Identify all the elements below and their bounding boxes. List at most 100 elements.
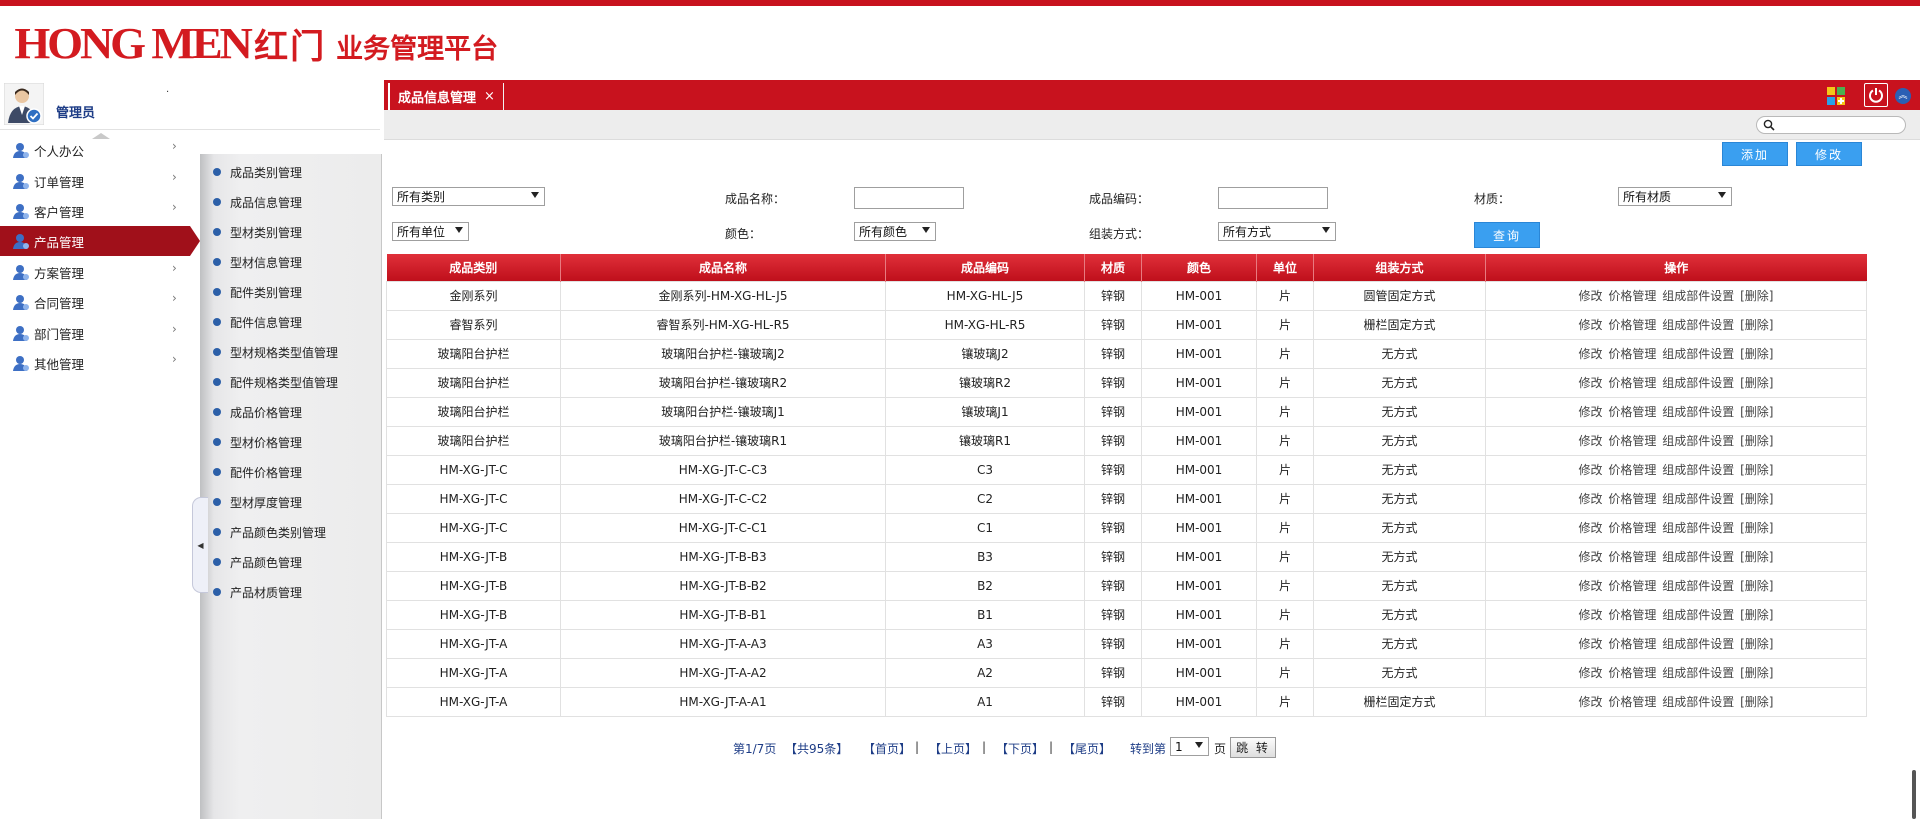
- delete-link[interactable]: [删除]: [1740, 550, 1773, 564]
- parts-link[interactable]: 组成部件设置: [1662, 376, 1734, 390]
- nav-item[interactable]: 个人办公 ›: [0, 135, 200, 165]
- assembly-select[interactable]: 所有方式: [1218, 222, 1336, 241]
- apps-grid-icon[interactable]: [1826, 86, 1846, 106]
- edit-link[interactable]: 修改: [1579, 666, 1603, 680]
- parts-link[interactable]: 组成部件设置: [1662, 434, 1734, 448]
- parts-link[interactable]: 组成部件设置: [1662, 637, 1734, 651]
- delete-link[interactable]: [删除]: [1740, 405, 1773, 419]
- edit-link[interactable]: 修改: [1579, 318, 1603, 332]
- delete-link[interactable]: [删除]: [1740, 579, 1773, 593]
- nav-item[interactable]: 产品管理: [0, 226, 200, 256]
- edit-link[interactable]: 修改: [1579, 608, 1603, 622]
- subnav-item[interactable]: 型材价格管理: [212, 430, 302, 454]
- color-select[interactable]: 所有颜色: [854, 222, 936, 241]
- nav-item[interactable]: 部门管理 ›: [0, 318, 200, 348]
- price-link[interactable]: 价格管理: [1608, 637, 1656, 651]
- subnav-item[interactable]: 产品颜色类别管理: [212, 520, 326, 544]
- parts-link[interactable]: 组成部件设置: [1662, 579, 1734, 593]
- price-link[interactable]: 价格管理: [1608, 376, 1656, 390]
- nav-item[interactable]: 合同管理 ›: [0, 287, 200, 317]
- edit-link[interactable]: 修改: [1579, 289, 1603, 303]
- price-link[interactable]: 价格管理: [1608, 492, 1656, 506]
- category-select[interactable]: 所有类别: [392, 187, 545, 206]
- material-select[interactable]: 所有材质: [1618, 187, 1732, 206]
- price-link[interactable]: 价格管理: [1608, 695, 1656, 709]
- edit-link[interactable]: 修改: [1579, 405, 1603, 419]
- delete-link[interactable]: [删除]: [1740, 695, 1773, 709]
- prev-page-link[interactable]: 【上页】: [929, 740, 977, 757]
- parts-link[interactable]: 组成部件设置: [1662, 318, 1734, 332]
- edit-link[interactable]: 修改: [1579, 637, 1603, 651]
- price-link[interactable]: 价格管理: [1608, 579, 1656, 593]
- sidebar-toggle-button[interactable]: ◀: [192, 497, 208, 593]
- page-scrollbar[interactable]: [1912, 770, 1916, 819]
- price-link[interactable]: 价格管理: [1608, 434, 1656, 448]
- delete-link[interactable]: [删除]: [1740, 608, 1773, 622]
- delete-link[interactable]: [删除]: [1740, 637, 1773, 651]
- delete-link[interactable]: [删除]: [1740, 376, 1773, 390]
- tab-close-icon[interactable]: ×: [484, 89, 495, 104]
- edit-link[interactable]: 修改: [1579, 492, 1603, 506]
- sidebar-collapse-arrow-icon[interactable]: [92, 133, 110, 139]
- collapse-header-icon[interactable]: ︽: [1895, 88, 1911, 104]
- delete-link[interactable]: [删除]: [1740, 666, 1773, 680]
- edit-link[interactable]: 修改: [1579, 376, 1603, 390]
- subnav-item[interactable]: 成品价格管理: [212, 400, 302, 424]
- price-link[interactable]: 价格管理: [1608, 463, 1656, 477]
- edit-link[interactable]: 修改: [1579, 579, 1603, 593]
- delete-link[interactable]: [删除]: [1740, 521, 1773, 535]
- parts-link[interactable]: 组成部件设置: [1662, 463, 1734, 477]
- parts-link[interactable]: 组成部件设置: [1662, 608, 1734, 622]
- next-page-link[interactable]: 【下页】: [996, 740, 1044, 757]
- name-input[interactable]: [854, 187, 964, 209]
- unit-select[interactable]: 所有单位: [392, 222, 469, 241]
- edit-button[interactable]: 修改: [1796, 142, 1862, 166]
- price-link[interactable]: 价格管理: [1608, 289, 1656, 303]
- parts-link[interactable]: 组成部件设置: [1662, 695, 1734, 709]
- subnav-item[interactable]: 配件类别管理: [212, 280, 302, 304]
- price-link[interactable]: 价格管理: [1608, 521, 1656, 535]
- power-logout-button[interactable]: [1864, 83, 1888, 107]
- parts-link[interactable]: 组成部件设置: [1662, 289, 1734, 303]
- edit-link[interactable]: 修改: [1579, 434, 1603, 448]
- first-page-link[interactable]: 【首页】: [863, 740, 911, 757]
- delete-link[interactable]: [删除]: [1740, 434, 1773, 448]
- subnav-item[interactable]: 产品颜色管理: [212, 550, 302, 574]
- subnav-item[interactable]: 成品信息管理: [212, 190, 302, 214]
- code-input[interactable]: [1218, 187, 1328, 209]
- nav-item[interactable]: 客户管理 ›: [0, 196, 200, 226]
- subnav-item[interactable]: 产品材质管理: [212, 580, 302, 604]
- edit-link[interactable]: 修改: [1579, 550, 1603, 564]
- edit-link[interactable]: 修改: [1579, 347, 1603, 361]
- price-link[interactable]: 价格管理: [1608, 666, 1656, 680]
- nav-item[interactable]: 订单管理 ›: [0, 166, 200, 196]
- subnav-item[interactable]: 型材信息管理: [212, 250, 302, 274]
- nav-item[interactable]: 其他管理 ›: [0, 348, 200, 378]
- edit-link[interactable]: 修改: [1579, 521, 1603, 535]
- parts-link[interactable]: 组成部件设置: [1662, 492, 1734, 506]
- delete-link[interactable]: [删除]: [1740, 347, 1773, 361]
- price-link[interactable]: 价格管理: [1608, 608, 1656, 622]
- delete-link[interactable]: [删除]: [1740, 492, 1773, 506]
- edit-link[interactable]: 修改: [1579, 463, 1603, 477]
- price-link[interactable]: 价格管理: [1608, 347, 1656, 361]
- edit-link[interactable]: 修改: [1579, 695, 1603, 709]
- query-button[interactable]: 查询: [1474, 222, 1540, 248]
- delete-link[interactable]: [删除]: [1740, 463, 1773, 477]
- parts-link[interactable]: 组成部件设置: [1662, 550, 1734, 564]
- page-select[interactable]: 1: [1170, 737, 1209, 756]
- subnav-item[interactable]: 型材规格类型值管理: [212, 340, 338, 364]
- nav-item[interactable]: 方案管理 ›: [0, 257, 200, 287]
- subnav-item[interactable]: 型材厚度管理: [212, 490, 302, 514]
- parts-link[interactable]: 组成部件设置: [1662, 521, 1734, 535]
- jump-button[interactable]: 跳 转: [1230, 737, 1276, 758]
- last-page-link[interactable]: 【尾页】: [1063, 740, 1111, 757]
- parts-link[interactable]: 组成部件设置: [1662, 405, 1734, 419]
- delete-link[interactable]: [删除]: [1740, 318, 1773, 332]
- delete-link[interactable]: [删除]: [1740, 289, 1773, 303]
- price-link[interactable]: 价格管理: [1608, 405, 1656, 419]
- subnav-item[interactable]: 成品类别管理: [212, 160, 302, 184]
- subnav-item[interactable]: 配件价格管理: [212, 460, 302, 484]
- search-input[interactable]: [1777, 118, 1901, 132]
- price-link[interactable]: 价格管理: [1608, 550, 1656, 564]
